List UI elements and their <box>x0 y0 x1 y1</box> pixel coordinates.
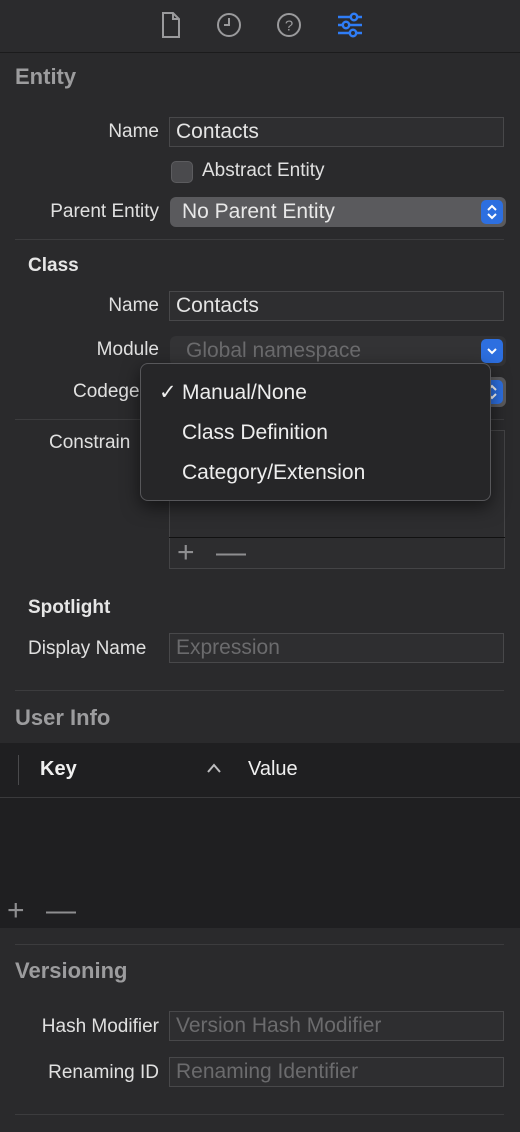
chevron-down-icon <box>481 339 503 363</box>
checkmark-icon: ✓ <box>159 381 177 404</box>
menu-item-category-extension[interactable]: Category/Extension <box>141 454 490 492</box>
module-label: Module <box>96 339 159 360</box>
remove-user-info-button[interactable]: — <box>46 896 76 926</box>
updown-chevron-icon <box>481 200 503 224</box>
menu-item-class-definition[interactable]: Class Definition <box>141 414 490 452</box>
add-user-info-button[interactable]: + <box>7 896 25 926</box>
sliders-icon[interactable] <box>335 8 365 42</box>
constraints-label: Constrain <box>49 432 131 453</box>
column-divider <box>18 755 19 785</box>
file-icon[interactable] <box>156 8 186 42</box>
hash-modifier-field[interactable]: Version Hash Modifier <box>169 1011 504 1041</box>
spotlight-section-title: Spotlight <box>28 597 111 618</box>
entity-section-title: Entity <box>15 64 77 89</box>
menu-item-manual-none[interactable]: ✓ Manual/None <box>141 374 490 412</box>
class-section-title: Class <box>28 255 79 276</box>
menu-item-label: Category/Extension <box>182 461 366 484</box>
clock-icon[interactable] <box>214 8 244 42</box>
codegen-menu: ✓ Manual/None Class Definition Category/… <box>140 363 491 501</box>
module-value: Global namespace <box>186 339 362 362</box>
inspector-toolbar: ? <box>0 0 520 53</box>
sort-ascending-icon <box>205 761 223 780</box>
user-info-section-title: User Info <box>15 705 111 730</box>
help-icon[interactable]: ? <box>274 8 304 42</box>
module-popup[interactable]: Global namespace <box>170 336 506 366</box>
hash-modifier-label: Hash Modifier <box>41 1016 159 1037</box>
entity-name-label: Name <box>108 121 159 142</box>
display-name-label: Display Name <box>28 638 147 659</box>
renaming-id-field[interactable]: Renaming Identifier <box>169 1057 504 1087</box>
renaming-id-label: Renaming ID <box>48 1062 159 1083</box>
key-column-header[interactable]: Key <box>40 758 77 781</box>
svg-text:?: ? <box>285 18 293 35</box>
class-name-label: Name <box>108 295 159 316</box>
user-info-table-body[interactable] <box>0 798 520 928</box>
user-info-table-header: Key Value <box>0 743 520 798</box>
display-name-field[interactable]: Expression <box>169 633 504 663</box>
parent-entity-label: Parent Entity <box>50 201 159 222</box>
entity-name-field[interactable]: Contacts <box>169 117 504 147</box>
divider <box>15 239 504 240</box>
remove-constraint-button[interactable]: — <box>216 538 246 568</box>
divider <box>15 690 504 691</box>
divider <box>15 944 504 945</box>
class-name-field[interactable]: Contacts <box>169 291 504 321</box>
menu-item-label: Manual/None <box>182 381 307 404</box>
value-column-header[interactable]: Value <box>248 758 298 781</box>
menu-item-label: Class Definition <box>182 421 328 444</box>
versioning-section-title: Versioning <box>15 958 128 983</box>
abstract-entity-label: Abstract Entity <box>202 160 325 181</box>
data-model-inspector: ? Entity Name Contacts Abstract Entity P… <box>0 0 520 1132</box>
parent-entity-popup[interactable]: No Parent Entity <box>170 197 506 227</box>
divider <box>15 1114 504 1115</box>
parent-entity-value: No Parent Entity <box>182 200 335 223</box>
codegen-label: Codege <box>73 381 140 402</box>
abstract-entity-checkbox[interactable] <box>171 161 193 183</box>
add-constraint-button[interactable]: + <box>177 538 195 568</box>
